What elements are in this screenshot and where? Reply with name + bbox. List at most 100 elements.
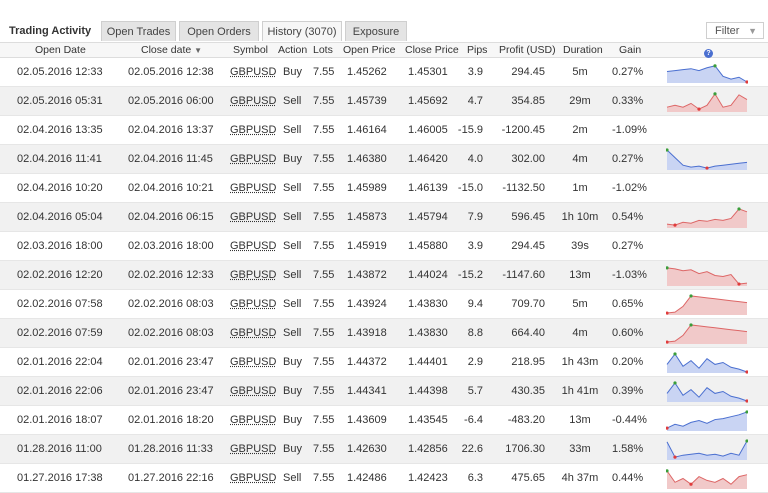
close-date-cell: 01.27.2016 22:16 <box>128 464 214 493</box>
close-price-cell: 1.46139 <box>408 174 448 203</box>
close-date-cell: 02.04.2016 11:45 <box>128 145 213 174</box>
trade-sparkline <box>666 380 748 403</box>
trade-sparkline <box>666 148 748 171</box>
filter-dropdown[interactable]: Filter ▼ <box>706 22 764 39</box>
sparkline-area <box>667 325 747 344</box>
table-row[interactable]: 02.02.2016 07:58 02.02.2016 08:03 GBPUSD Se… <box>0 290 768 319</box>
symbol-link[interactable]: GBPUSD <box>230 377 276 406</box>
lots-cell: 7.55 <box>313 377 334 406</box>
tab-open-trades[interactable]: Open Trades <box>101 21 176 41</box>
col-open-date[interactable]: Open Date <box>35 43 86 57</box>
symbol-link[interactable]: GBPUSD <box>230 58 276 87</box>
lots-cell: 7.55 <box>313 145 334 174</box>
close-price-cell: 1.43830 <box>408 290 448 319</box>
col-symbol[interactable]: Symbol <box>233 43 268 57</box>
symbol-link[interactable]: GBPUSD <box>230 435 276 464</box>
symbol-link[interactable]: GBPUSD <box>230 319 276 348</box>
col-pips[interactable]: Pips <box>467 43 487 57</box>
sparkline-area <box>667 296 747 315</box>
sparkline-area <box>667 383 747 402</box>
table-row[interactable]: 02.05.2016 12:33 02.05.2016 12:38 GBPUSD Bu… <box>0 58 768 87</box>
lots-cell: 7.55 <box>313 203 334 232</box>
close-price-cell: 1.46420 <box>408 145 448 174</box>
close-price-cell: 1.42856 <box>408 435 448 464</box>
close-price-cell: 1.45692 <box>408 87 448 116</box>
open-date-cell: 02.04.2016 05:04 <box>17 203 103 232</box>
table-row[interactable]: 02.04.2016 10:20 02.04.2016 10:21 GBPUSD Se… <box>0 174 768 203</box>
pips-cell: 6.3 <box>468 464 483 493</box>
table-row[interactable]: 02.02.2016 07:59 02.02.2016 08:03 GBPUSD Se… <box>0 319 768 348</box>
col-action[interactable]: Action <box>278 43 307 57</box>
sparkline-max-marker <box>745 439 748 442</box>
symbol-link[interactable]: GBPUSD <box>230 203 276 232</box>
gain-cell: 0.27% <box>612 58 643 87</box>
sparkline-min-marker <box>745 399 748 402</box>
col-duration[interactable]: Duration <box>563 43 603 57</box>
symbol-link[interactable]: GBPUSD <box>230 464 276 493</box>
gain-cell: 0.39% <box>612 377 643 406</box>
table-row[interactable]: 02.01.2016 22:06 02.01.2016 23:47 GBPUSD Bu… <box>0 377 768 406</box>
col-close-price[interactable]: Close Price <box>405 43 459 57</box>
sparkline-min-marker <box>737 282 740 285</box>
close-date-cell: 02.01.2016 18:20 <box>128 406 214 435</box>
symbol-link[interactable]: GBPUSD <box>230 174 276 203</box>
open-date-cell: 02.04.2016 13:35 <box>17 116 103 145</box>
col-lots[interactable]: Lots <box>313 43 333 57</box>
open-price-cell: 1.43872 <box>347 261 387 290</box>
table-row[interactable]: 02.01.2016 22:04 02.01.2016 23:47 GBPUSD Bu… <box>0 348 768 377</box>
close-price-cell: 1.46005 <box>408 116 448 145</box>
col-gain[interactable]: Gain <box>619 43 641 57</box>
sparkline-min-marker <box>745 370 748 373</box>
open-date-cell: 01.28.2016 11:00 <box>17 435 102 464</box>
table-row[interactable]: 02.04.2016 13:35 02.04.2016 13:37 GBPUSD Se… <box>0 116 768 145</box>
tab-history[interactable]: History (3070) <box>262 21 342 41</box>
close-date-cell: 02.02.2016 08:03 <box>128 290 214 319</box>
symbol-link[interactable]: GBPUSD <box>230 87 276 116</box>
table-row[interactable]: 02.04.2016 11:41 02.04.2016 11:45 GBPUSD Bu… <box>0 145 768 174</box>
action-cell: Sell <box>283 203 301 232</box>
symbol-link[interactable]: GBPUSD <box>230 145 276 174</box>
close-price-cell: 1.43830 <box>408 319 448 348</box>
col-close-date[interactable]: Close date ▼ <box>141 43 202 58</box>
open-price-cell: 1.46380 <box>347 145 387 174</box>
open-price-cell: 1.44341 <box>347 377 387 406</box>
symbol-link[interactable]: GBPUSD <box>230 406 276 435</box>
profit-cell: 596.45 <box>511 203 545 232</box>
duration-cell: 5m <box>550 58 610 87</box>
gain-cell: 0.65% <box>612 290 643 319</box>
filter-label: Filter <box>715 25 739 37</box>
symbol-link[interactable]: GBPUSD <box>230 290 276 319</box>
duration-cell: 1m <box>550 174 610 203</box>
sparkline-max-marker <box>673 381 676 384</box>
duration-cell: 4m <box>550 319 610 348</box>
pips-cell: -15.0 <box>458 174 483 203</box>
symbol-link[interactable]: GBPUSD <box>230 232 276 261</box>
table-row[interactable]: 01.28.2016 11:00 01.28.2016 11:33 GBPUSD Bu… <box>0 435 768 464</box>
table-row[interactable]: 02.01.2016 18:07 02.01.2016 18:20 GBPUSD Bu… <box>0 406 768 435</box>
table-row[interactable]: 02.05.2016 05:31 02.05.2016 06:00 GBPUSD Se… <box>0 87 768 116</box>
lots-cell: 7.55 <box>313 435 334 464</box>
col-open-price[interactable]: Open Price <box>343 43 396 57</box>
tab-exposure[interactable]: Exposure <box>345 21 407 41</box>
col-profit[interactable]: Profit (USD) <box>499 43 556 57</box>
symbol-link[interactable]: GBPUSD <box>230 348 276 377</box>
profit-cell: 664.40 <box>511 319 545 348</box>
gain-cell: -1.02% <box>612 174 647 203</box>
open-price-cell: 1.43609 <box>347 406 387 435</box>
pips-cell: 22.6 <box>462 435 483 464</box>
table-row[interactable]: 02.04.2016 05:04 02.04.2016 06:15 GBPUSD Se… <box>0 203 768 232</box>
table-row[interactable]: 02.03.2016 18:00 02.03.2016 18:00 GBPUSD Se… <box>0 232 768 261</box>
symbol-link[interactable]: GBPUSD <box>230 261 276 290</box>
trade-sparkline <box>666 264 748 287</box>
close-date-cell: 02.02.2016 08:03 <box>128 319 214 348</box>
open-price-cell: 1.45919 <box>347 232 387 261</box>
trade-sparkline <box>666 409 748 432</box>
info-icon[interactable]: ? <box>704 45 713 59</box>
table-row[interactable]: 02.02.2016 12:20 02.02.2016 12:33 GBPUSD Se… <box>0 261 768 290</box>
table-row[interactable]: 01.27.2016 17:38 01.27.2016 22:16 GBPUSD Se… <box>0 464 768 493</box>
symbol-link[interactable]: GBPUSD <box>230 116 276 145</box>
open-price-cell: 1.43918 <box>347 319 387 348</box>
sparkline-max-marker <box>713 92 716 95</box>
tab-open-orders[interactable]: Open Orders <box>179 21 259 41</box>
action-cell: Buy <box>283 145 302 174</box>
